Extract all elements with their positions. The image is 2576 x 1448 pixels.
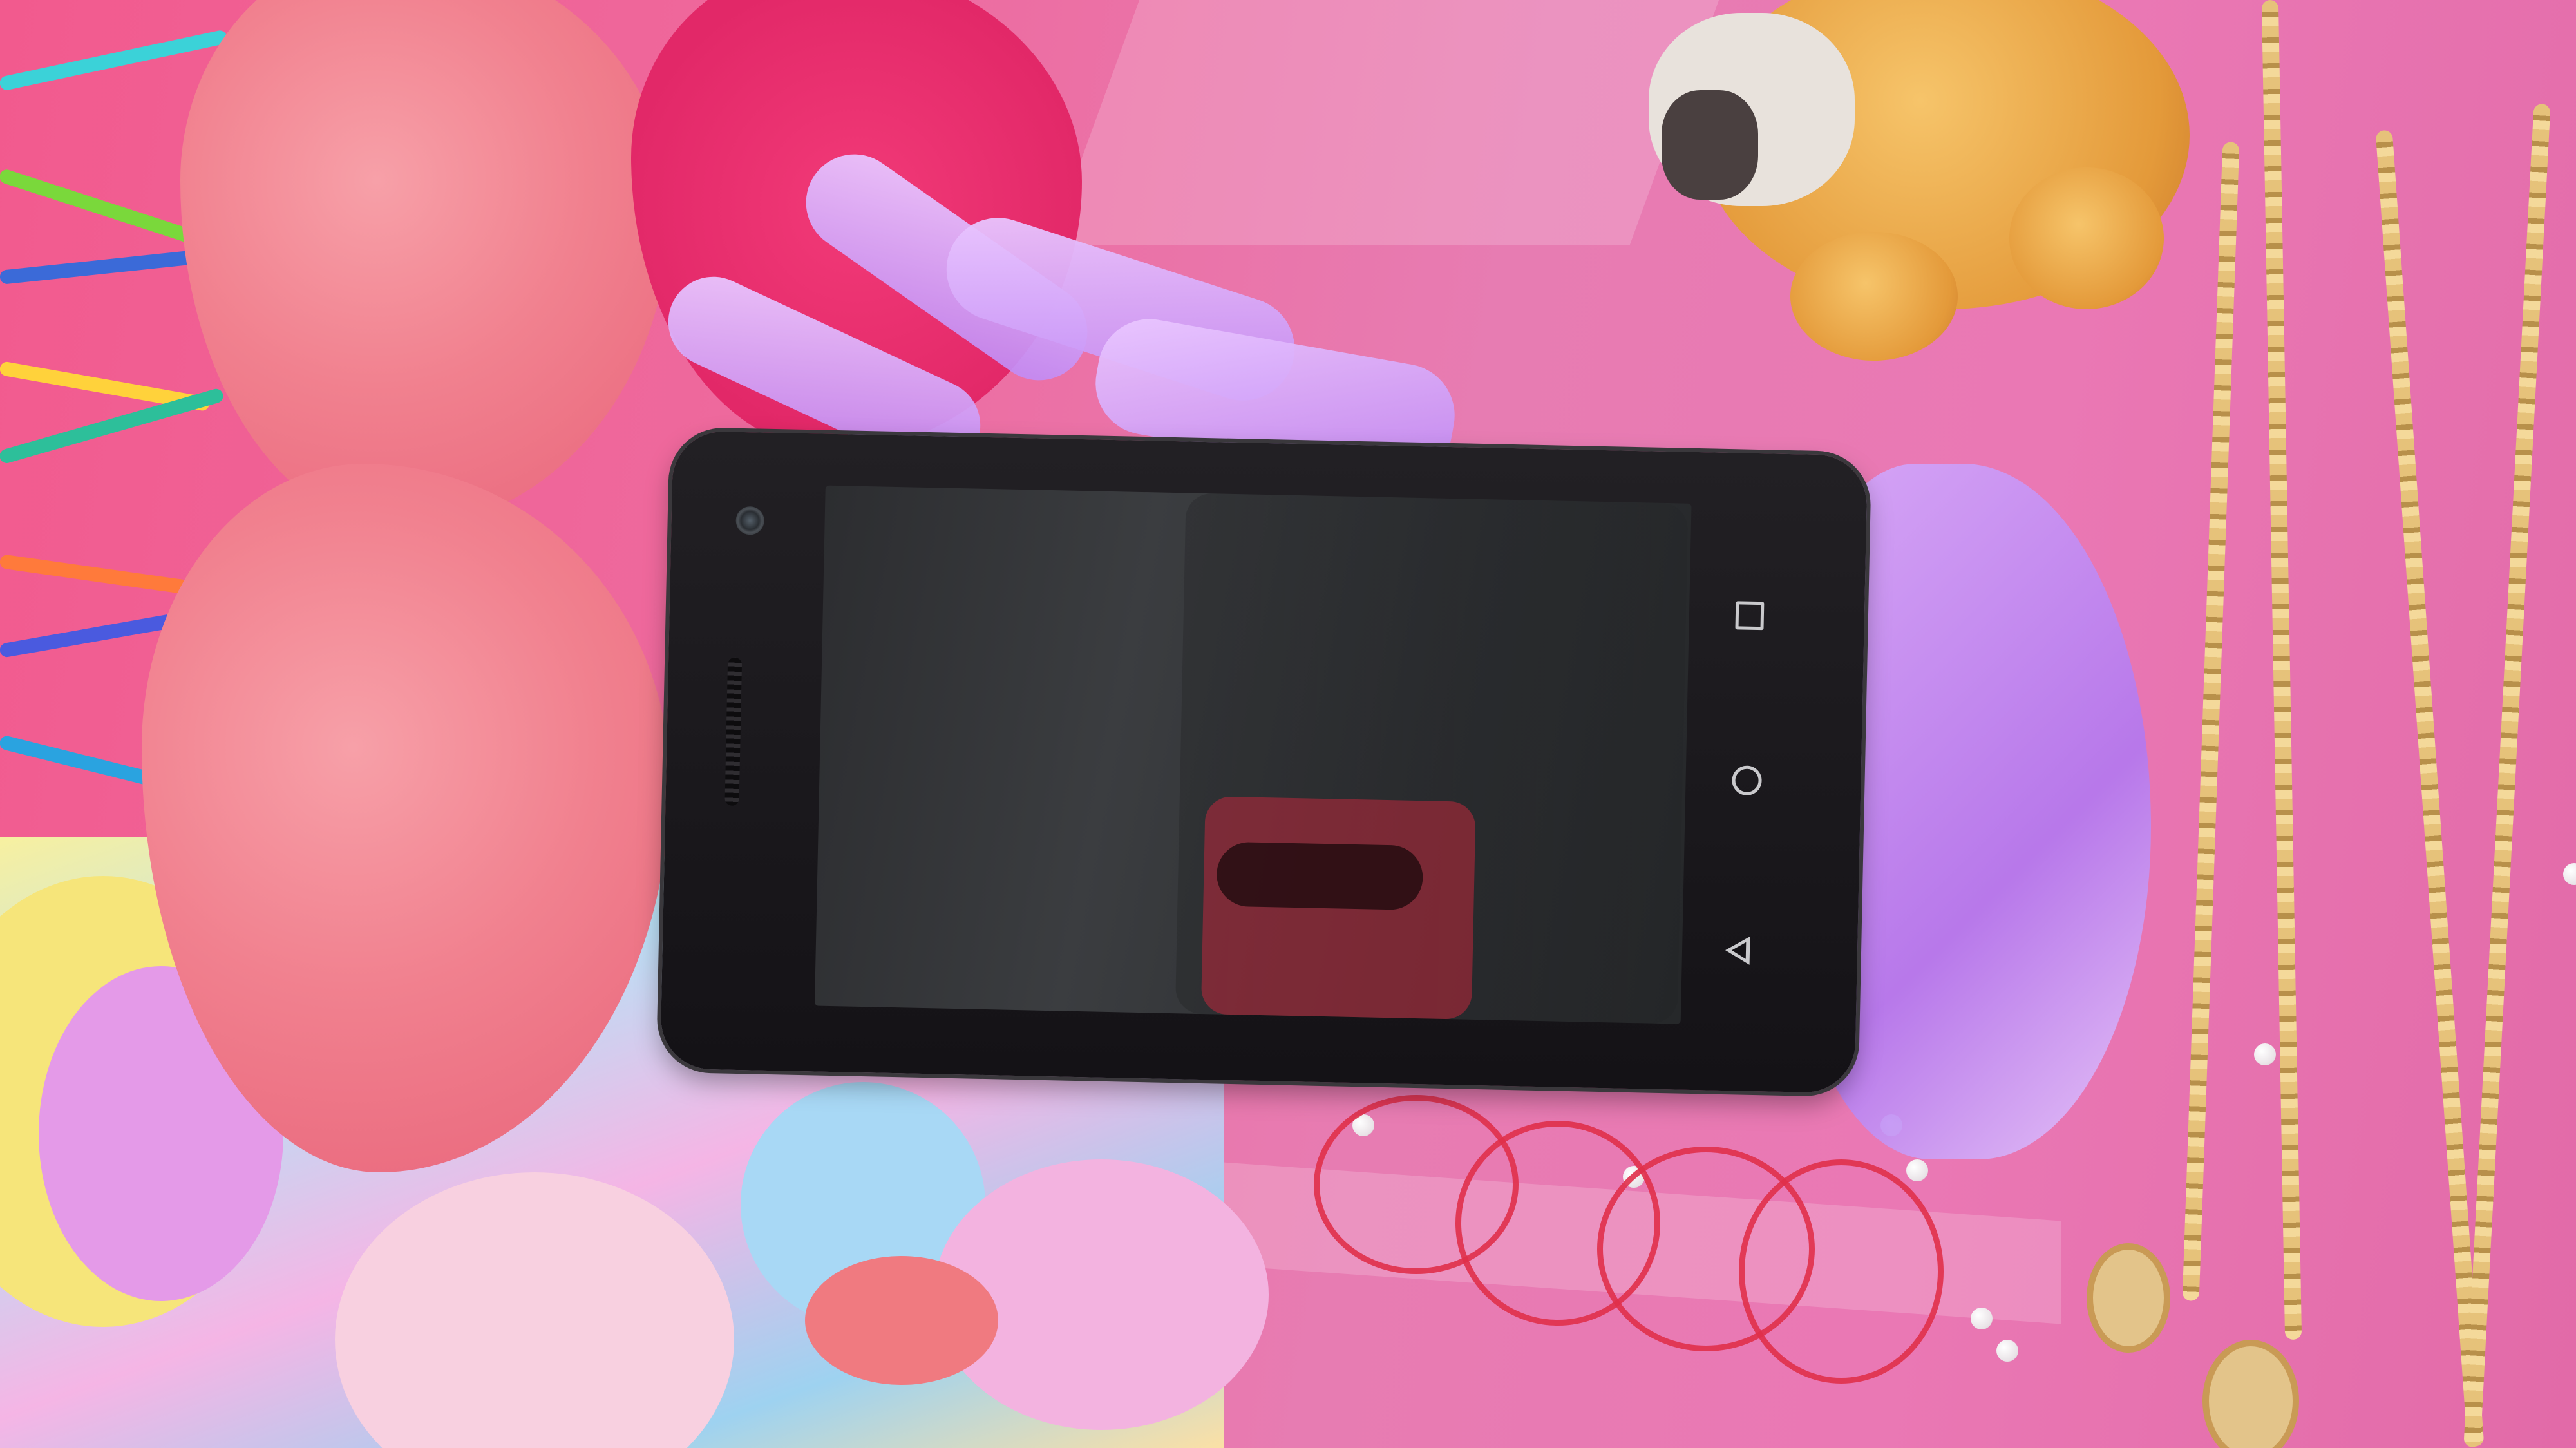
gold-pendant [2087, 1243, 2170, 1353]
pearl [2563, 863, 2576, 885]
pearl [1971, 1308, 1993, 1329]
toy-shape [805, 1256, 998, 1385]
toy-shape [335, 1172, 734, 1448]
glass-reflection [1050, 0, 1719, 245]
gold-pendant [2202, 1340, 2299, 1448]
plastic-stick [0, 554, 205, 597]
triangle-icon[interactable] [1725, 936, 1750, 965]
photo-scene [0, 0, 2576, 1448]
plastic-stick [0, 167, 198, 245]
gold-chain [2375, 129, 2485, 1447]
screen-reflection-dark [1216, 841, 1424, 911]
teddy-bear-paw [2009, 167, 2164, 309]
gold-chain [2261, 0, 2302, 1340]
teddy-bear-paw [1790, 232, 1958, 361]
tissue-paper [180, 0, 670, 528]
smartphone[interactable] [659, 430, 1868, 1094]
gold-chain [2182, 142, 2240, 1301]
gold-chain [2463, 103, 2551, 1448]
earpiece-speaker [724, 657, 743, 806]
phone-screen-off[interactable] [814, 485, 1692, 1024]
circle-icon[interactable] [1732, 765, 1763, 796]
plastic-stick [0, 387, 225, 465]
plastic-stick [0, 29, 229, 91]
pearl [2254, 1043, 2276, 1065]
square-icon[interactable] [1735, 601, 1765, 631]
red-bracelet [1739, 1159, 1944, 1384]
pearl [1996, 1340, 2018, 1362]
teddy-bear-nose [1662, 90, 1758, 200]
front-camera-icon [735, 506, 765, 535]
pearl [1906, 1159, 1928, 1181]
